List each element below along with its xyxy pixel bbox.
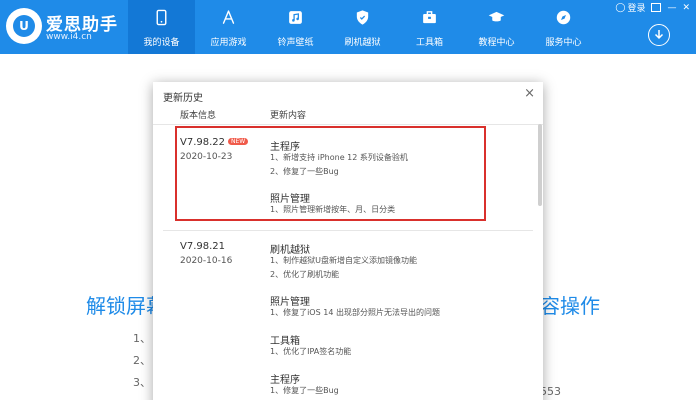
section-title: 照片管理: [270, 194, 310, 205]
music-icon: [289, 11, 302, 24]
download-button[interactable]: [648, 24, 670, 46]
menu-icon[interactable]: [651, 3, 662, 12]
toolbox-icon: [423, 11, 436, 24]
user-icon: ◯: [615, 2, 626, 13]
background-list-item: 2、: [133, 354, 151, 367]
section-title: 工具箱: [270, 336, 300, 347]
version-number: V7.98.21: [180, 241, 226, 252]
section-title: 主程序: [270, 375, 300, 386]
dialog-title: 更新历史: [163, 93, 203, 104]
phone-icon: [156, 9, 167, 26]
change-line: 1、照片管理新增按年、月、日分类: [270, 205, 396, 214]
entry-divider: [163, 230, 533, 231]
release-date: 2020-10-23: [180, 152, 233, 162]
brand-url: www.i4.cn: [46, 32, 92, 42]
change-line: 1、修复了一些Bug: [270, 386, 339, 395]
window-controls: ◯ 登录 — ✕: [615, 1, 690, 15]
minimize-icon[interactable]: —: [667, 3, 676, 13]
scrollbar-thumb[interactable]: [538, 124, 542, 206]
change-line: 2、优化了刷机功能: [270, 270, 340, 279]
download-icon: [654, 30, 664, 40]
change-line: 1、新增支持 iPhone 12 系列设备验机: [270, 153, 408, 162]
change-line: 2、修复了一些Bug: [270, 167, 339, 176]
release-date: 2020-10-16: [180, 256, 233, 266]
version-number: V7.98.22 NEW: [180, 137, 249, 148]
app-logo: U: [6, 8, 42, 44]
section-title: 主程序: [270, 142, 300, 153]
main-nav: 我的设备 应用游戏 铃声壁纸 刷机越狱 工具箱 教程中心 服务中心: [128, 0, 597, 54]
compass-icon: [556, 10, 571, 25]
graduation-cap-icon: [488, 11, 505, 22]
change-line: 1、制作越狱U盘新增自定义添加镜像功能: [270, 256, 417, 265]
background-number: 553: [540, 385, 561, 398]
column-header-content: 更新内容: [270, 111, 307, 121]
app-store-icon: [222, 10, 235, 24]
background-list-item: 3、: [133, 376, 151, 389]
close-icon[interactable]: ×: [524, 86, 535, 101]
top-bar: U 爱思助手 www.i4.cn 我的设备 应用游戏 铃声壁纸 刷机越狱 工具箱…: [0, 0, 696, 54]
nav-flash-jailbreak[interactable]: 刷机越狱: [329, 0, 396, 54]
shield-icon: [356, 10, 369, 25]
login-link[interactable]: ◯ 登录: [615, 1, 645, 15]
section-title: 刷机越狱: [270, 245, 310, 256]
nav-my-device[interactable]: 我的设备: [128, 0, 195, 54]
update-history-dialog: 更新历史 × 版本信息 更新内容 V7.98.22 NEW 2020-10-23 …: [153, 82, 543, 400]
nav-apps-games[interactable]: 应用游戏: [195, 0, 262, 54]
background-list-item: 1、: [133, 332, 151, 345]
nav-toolbox[interactable]: 工具箱: [396, 0, 463, 54]
section-title: 照片管理: [270, 297, 310, 308]
header-divider: [153, 124, 543, 125]
nav-tutorials[interactable]: 教程中心: [463, 0, 530, 54]
new-badge: NEW: [228, 138, 249, 145]
change-line: 1、修复了iOS 14 出现部分照片无法导出的问题: [270, 308, 440, 317]
nav-service-center[interactable]: 服务中心: [530, 0, 597, 54]
column-header-version: 版本信息: [180, 111, 217, 121]
change-line: 1、优化了IPA签名功能: [270, 347, 352, 356]
nav-ringtones-wallpapers[interactable]: 铃声壁纸: [262, 0, 329, 54]
close-icon[interactable]: ✕: [682, 3, 690, 13]
